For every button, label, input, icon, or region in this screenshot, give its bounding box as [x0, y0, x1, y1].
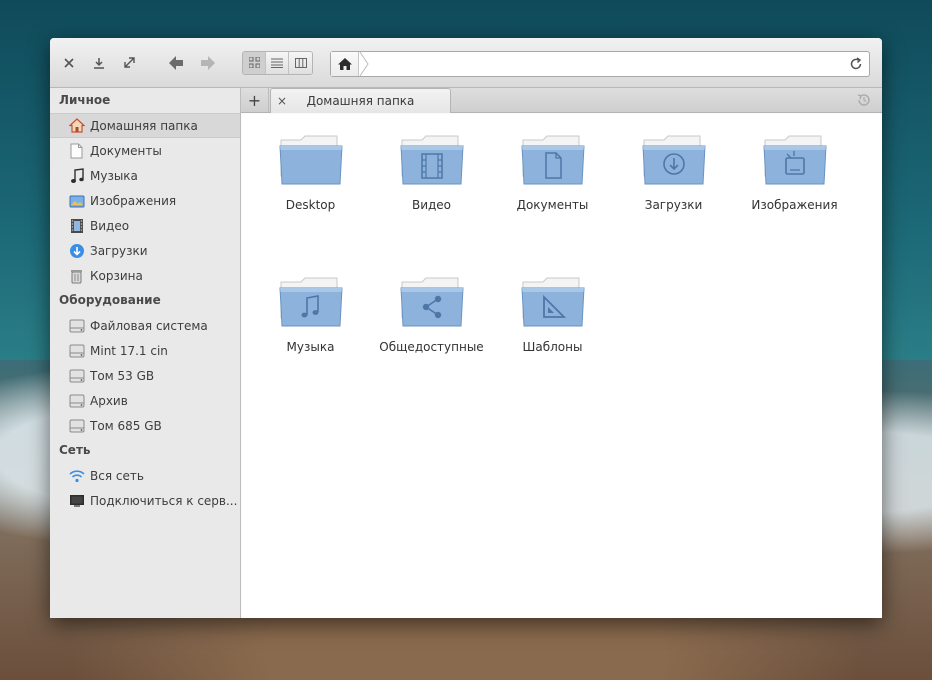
sidebar-item-home[interactable]: Домашняя папка [50, 113, 240, 138]
tab-bar: + × Домашняя папка [241, 88, 882, 113]
tab-close-button[interactable]: × [271, 94, 293, 108]
sidebar-item-label: Музыка [90, 168, 138, 183]
sidebar-item-label: Том 685 GB [90, 418, 162, 433]
wifi-icon [68, 467, 85, 484]
download-icon[interactable] [88, 52, 110, 74]
drive-icon [68, 392, 85, 409]
location-input[interactable] [369, 53, 843, 75]
list-view-button[interactable] [266, 51, 289, 74]
document-icon [68, 142, 85, 159]
music-icon [278, 277, 343, 327]
sidebar-item-archive[interactable]: Архив [50, 388, 240, 413]
folder-music[interactable]: Музыка [250, 274, 371, 394]
location-bar [330, 51, 870, 77]
sidebar-item-label: Mint 17.1 cin [90, 343, 168, 358]
download-icon [68, 242, 85, 259]
sidebar-item-volume-53[interactable]: Том 53 GB [50, 363, 240, 388]
folder-label: Изображения [751, 198, 838, 212]
folder-public[interactable]: Общедоступные [371, 274, 492, 394]
download-icon [641, 135, 706, 185]
sidebar-heading-devices: Оборудование [59, 293, 161, 307]
breadcrumb-chevron-icon [359, 52, 369, 76]
view-mode-switcher [242, 50, 313, 75]
sidebar-item-pictures[interactable]: Изображения [50, 188, 240, 213]
new-tab-button[interactable]: + [241, 88, 269, 112]
forward-arrow-icon[interactable] [194, 50, 222, 76]
reload-icon[interactable] [843, 52, 869, 76]
folder-desktop[interactable]: Desktop [250, 132, 371, 252]
folder-video[interactable]: Видео [371, 132, 492, 252]
folder-documents[interactable]: Документы [492, 132, 613, 252]
sidebar-item-mint[interactable]: Mint 17.1 cin [50, 338, 240, 363]
home-icon [68, 117, 85, 134]
column-view-button[interactable] [289, 51, 312, 74]
sidebar-item-label: Архив [90, 393, 128, 408]
folder-label: Шаблоны [522, 340, 583, 354]
drive-icon [68, 317, 85, 334]
film-icon [399, 135, 464, 185]
back-arrow-icon[interactable] [162, 50, 190, 76]
folder-templates[interactable]: Шаблоны [492, 274, 613, 394]
folder-label: Музыка [286, 340, 335, 354]
file-view: Desktop Видео Документы Загрузки Изображ… [242, 114, 882, 618]
sidebar-item-label: Загрузки [90, 243, 148, 258]
sidebar-item-documents[interactable]: Документы [50, 138, 240, 163]
maximize-icon[interactable] [118, 52, 140, 74]
sidebar-item-label: Видео [90, 218, 130, 233]
folder-pictures[interactable]: Изображения [734, 132, 855, 252]
sidebar-item-volume-685[interactable]: Том 685 GB [50, 413, 240, 438]
folder-label: Desktop [285, 198, 336, 212]
pictures-icon [68, 192, 85, 209]
folder-downloads[interactable]: Загрузки [613, 132, 734, 252]
sidebar-item-downloads[interactable]: Загрузки [50, 238, 240, 263]
tab-label: Домашняя папка [306, 94, 415, 108]
restore-tab-icon[interactable] [856, 92, 872, 108]
template-icon [520, 277, 585, 327]
share-icon [399, 277, 464, 327]
music-icon [68, 167, 85, 184]
home-icon[interactable] [331, 52, 359, 76]
drive-icon [68, 417, 85, 434]
sidebar-item-music[interactable]: Музыка [50, 163, 240, 188]
sidebar-item-label: Изображения [90, 193, 177, 208]
sidebar: Личное Домашняя папка Документы Музыка И… [50, 88, 241, 618]
sidebar-heading-network: Сеть [59, 443, 91, 457]
close-icon[interactable] [58, 52, 80, 74]
sidebar-item-label: Домашняя папка [90, 118, 198, 133]
sidebar-heading-personal: Личное [59, 93, 111, 107]
sidebar-item-network[interactable]: Вся сеть [50, 463, 240, 488]
document-icon [520, 135, 585, 185]
tab-home[interactable]: × Домашняя папка [270, 88, 451, 113]
folder-label: Общедоступные [379, 340, 484, 354]
icon-view-button[interactable] [243, 51, 266, 74]
sidebar-item-filesystem[interactable]: Файловая система [50, 313, 240, 338]
folder-label: Загрузки [644, 198, 703, 212]
sidebar-item-label: Вся сеть [90, 468, 144, 483]
sidebar-item-video[interactable]: Видео [50, 213, 240, 238]
sidebar-item-label: Подключиться к серв... [90, 493, 238, 508]
toolbar [50, 38, 882, 88]
sidebar-item-connect-server[interactable]: Подключиться к серв... [50, 488, 240, 513]
sidebar-item-trash[interactable]: Корзина [50, 263, 240, 288]
picture-icon [762, 135, 827, 185]
sidebar-item-label: Файловая система [90, 318, 208, 333]
folder-icon [278, 135, 343, 185]
video-icon [68, 217, 85, 234]
sidebar-item-label: Том 53 GB [90, 368, 155, 383]
drive-icon [68, 367, 85, 384]
folder-label: Документы [516, 198, 589, 212]
trash-icon [68, 267, 85, 284]
drive-icon [68, 342, 85, 359]
sidebar-item-label: Документы [90, 143, 162, 158]
sidebar-item-label: Корзина [90, 268, 143, 283]
folder-label: Видео [411, 198, 452, 212]
server-icon [68, 492, 85, 509]
file-manager-window: Личное Домашняя папка Документы Музыка И… [50, 38, 882, 618]
